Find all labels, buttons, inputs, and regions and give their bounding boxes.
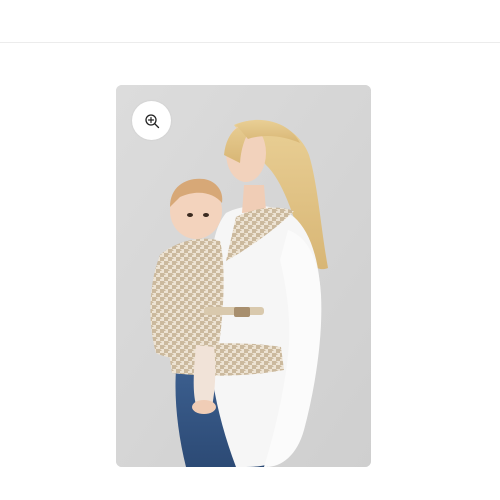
product-page bbox=[0, 0, 500, 500]
product-image-container[interactable] bbox=[116, 85, 371, 467]
zoom-in-icon bbox=[144, 113, 159, 128]
site-header bbox=[0, 0, 500, 43]
product-photo[interactable] bbox=[116, 85, 371, 467]
zoom-button[interactable] bbox=[132, 101, 171, 140]
